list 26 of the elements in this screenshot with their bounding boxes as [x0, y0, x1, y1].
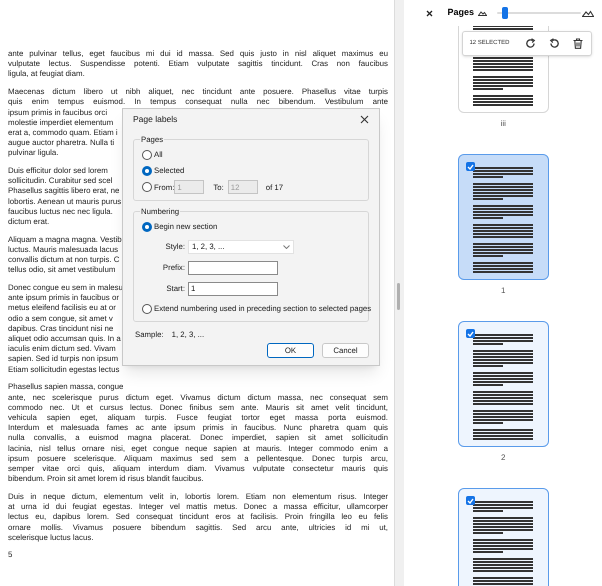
- chevron-down-icon: [283, 245, 290, 250]
- trash-icon: [573, 38, 584, 49]
- close-icon: [360, 114, 368, 124]
- checkbox[interactable]: [466, 329, 475, 338]
- page-label: 1: [501, 285, 506, 297]
- checkmark-icon: [466, 498, 474, 504]
- checkbox[interactable]: [466, 162, 475, 171]
- rotate-counterclockwise-button[interactable]: [547, 36, 562, 50]
- close-button[interactable]: [424, 8, 434, 18]
- checkmark-icon: [466, 164, 474, 170]
- dialog-title: Page labels: [133, 112, 178, 126]
- scrollbar-thumb[interactable]: [397, 283, 400, 310]
- checkmark-icon: [466, 330, 474, 336]
- prefix-field[interactable]: [188, 261, 278, 276]
- panel-title: Pages: [447, 6, 474, 20]
- rotate-counterclockwise-icon: [548, 38, 560, 49]
- checkbox[interactable]: [466, 496, 475, 505]
- page-label: 2: [501, 452, 506, 464]
- rotate-clockwise-button[interactable]: [524, 36, 538, 50]
- large-mountain-icon: [582, 10, 594, 16]
- rotate-clockwise-icon: [524, 38, 536, 49]
- small-mountain-icon: [478, 10, 487, 16]
- delete-button[interactable]: [571, 36, 586, 50]
- page-label: iii: [500, 118, 506, 130]
- close-icon: [426, 10, 433, 16]
- zoom-slider[interactable]: [496, 7, 582, 19]
